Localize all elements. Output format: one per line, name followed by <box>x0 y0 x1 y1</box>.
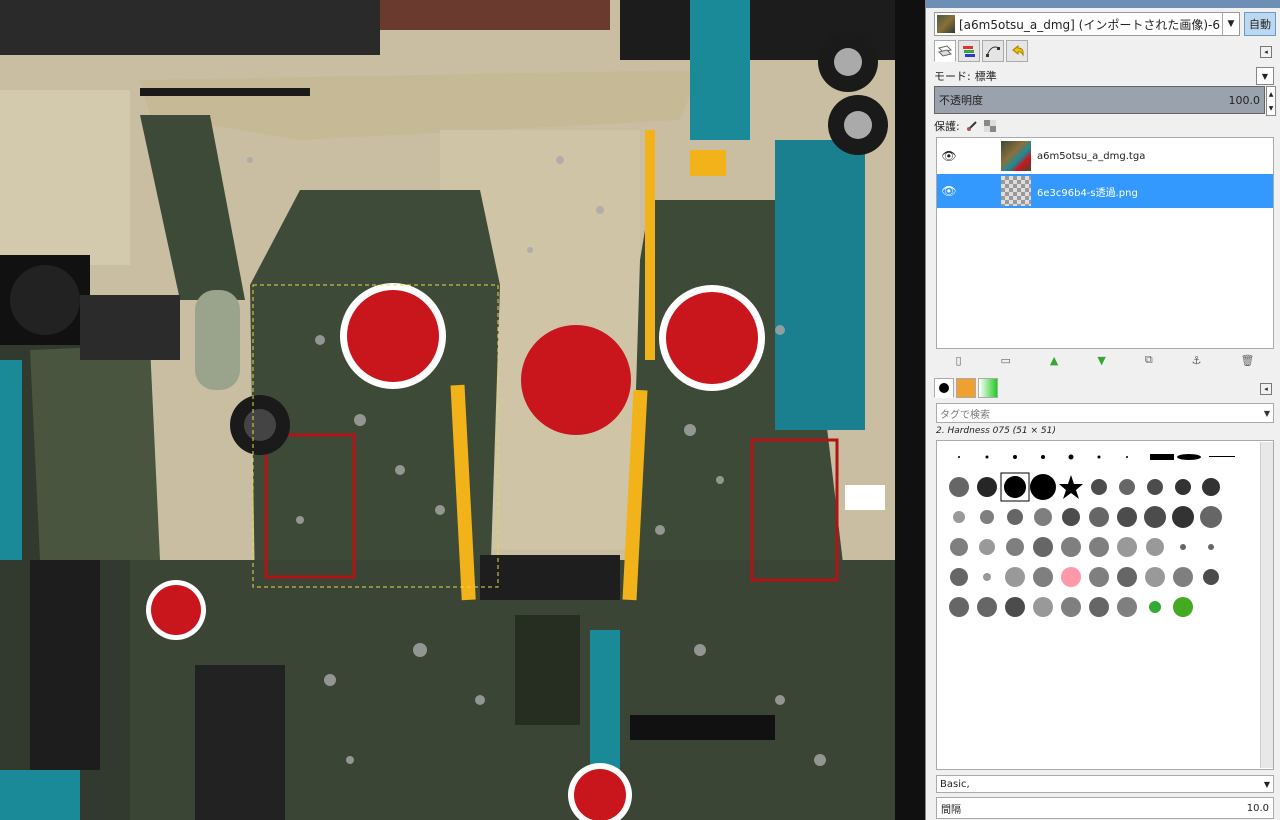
opacity-label: 不透明度 <box>939 94 983 107</box>
auto-button[interactable]: 自動 <box>1244 12 1276 36</box>
opacity-spinner[interactable]: ▲ ▼ <box>1266 86 1276 116</box>
patterns-tab-icon[interactable] <box>956 378 976 398</box>
lock-label: 保護: <box>934 120 960 133</box>
image-name: [a6m5otsu_a_dmg] (インポートされた画像)-6 <box>959 17 1221 32</box>
channels-tab-icon[interactable] <box>958 40 980 62</box>
mode-label: モード: <box>934 70 971 83</box>
alpha-lock-icon[interactable] <box>983 120 996 132</box>
brush-grid[interactable] <box>936 440 1274 770</box>
raise-layer-icon[interactable]: ▲ <box>1050 354 1058 367</box>
image-selector[interactable]: [a6m5otsu_a_dmg] (インポートされた画像)-6 ▼ <box>934 12 1240 36</box>
dock-menu-icon[interactable]: ◂ <box>1260 46 1272 58</box>
spacing-slider[interactable]: 間隔 10.0 <box>936 797 1274 819</box>
tag-search-input[interactable]: タグで検索 ▼ <box>936 403 1274 423</box>
dock-titlebar[interactable] <box>926 0 1280 8</box>
spacing-value: 10.0 <box>1246 802 1269 814</box>
eye-icon[interactable]: 👁 <box>937 184 961 198</box>
chevron-down-icon[interactable]: ▼ <box>1264 409 1270 418</box>
brushes-tab-icon[interactable] <box>934 378 954 398</box>
paths-tab-icon[interactable] <box>982 40 1004 62</box>
opacity-slider[interactable]: 不透明度 100.0 <box>934 86 1265 114</box>
dock-tabs <box>934 40 1028 62</box>
spacing-label: 間隔 <box>941 804 961 816</box>
eye-icon[interactable]: 👁 <box>937 149 961 163</box>
anchor-icon[interactable]: ⚓ <box>1192 354 1202 367</box>
layer-thumbnail <box>1001 141 1031 171</box>
chevron-down-icon[interactable]: ▼ <box>1264 780 1270 789</box>
tag-search-placeholder: タグで検索 <box>940 409 990 421</box>
mode-value[interactable]: 標準 <box>975 68 997 84</box>
layer-name: a6m5otsu_a_dmg.tga <box>1037 150 1146 162</box>
new-layer-icon[interactable]: ▯ <box>955 354 961 367</box>
layers-tab-icon[interactable] <box>934 40 956 62</box>
layer-row-selected[interactable]: 👁 6e3c96b4-s透過.png <box>937 174 1273 208</box>
layer-name: 6e3c96b4-s透過.png <box>1037 187 1138 199</box>
delete-layer-icon[interactable]: 🗑 <box>1241 354 1255 367</box>
undo-tab-icon[interactable] <box>1006 40 1028 62</box>
dock-panel: [a6m5otsu_a_dmg] (インポートされた画像)-6 ▼ 自動 ◂ モ… <box>925 0 1280 820</box>
brush-preset-value: Basic, <box>940 778 970 790</box>
mode-row: モード: 標準 ▼ <box>934 67 1274 85</box>
image-thumbnail <box>937 15 955 33</box>
duplicate-layer-icon[interactable]: ⧉ <box>1145 353 1153 367</box>
chevron-down-icon[interactable]: ▼ <box>1222 13 1239 35</box>
mode-dropdown-icon[interactable]: ▼ <box>1256 67 1274 85</box>
opacity-value: 100.0 <box>1228 93 1261 107</box>
layer-list: 👁 a6m5otsu_a_dmg.tga 👁 6e3c96b4-s透過.png <box>936 137 1274 349</box>
new-group-icon[interactable]: ▭ <box>1001 354 1011 367</box>
current-brush-name: 2. Hardness 075 (51 × 51) <box>936 426 1056 436</box>
gradients-tab-icon[interactable] <box>978 378 998 398</box>
layer-toolbar: ▯ ▭ ▲ ▼ ⧉ ⚓ 🗑 <box>936 352 1274 368</box>
layer-row[interactable]: 👁 a6m5otsu_a_dmg.tga <box>937 139 1273 173</box>
brush-lock-icon[interactable] <box>966 120 978 132</box>
brush-scrollbar[interactable] <box>1260 442 1273 768</box>
brush-dock-tabs <box>934 378 998 398</box>
brush-thumbnails <box>949 454 1235 617</box>
texture-artwork <box>0 0 895 820</box>
lock-row: 保護: <box>934 118 996 134</box>
image-canvas[interactable] <box>0 0 895 820</box>
lower-layer-icon[interactable]: ▼ <box>1097 354 1105 367</box>
brush-preset-select[interactable]: Basic, ▼ <box>936 775 1274 793</box>
brush-menu-icon[interactable]: ◂ <box>1260 383 1272 395</box>
layer-thumbnail <box>1001 176 1031 206</box>
canvas-panel-divider[interactable] <box>895 0 925 820</box>
